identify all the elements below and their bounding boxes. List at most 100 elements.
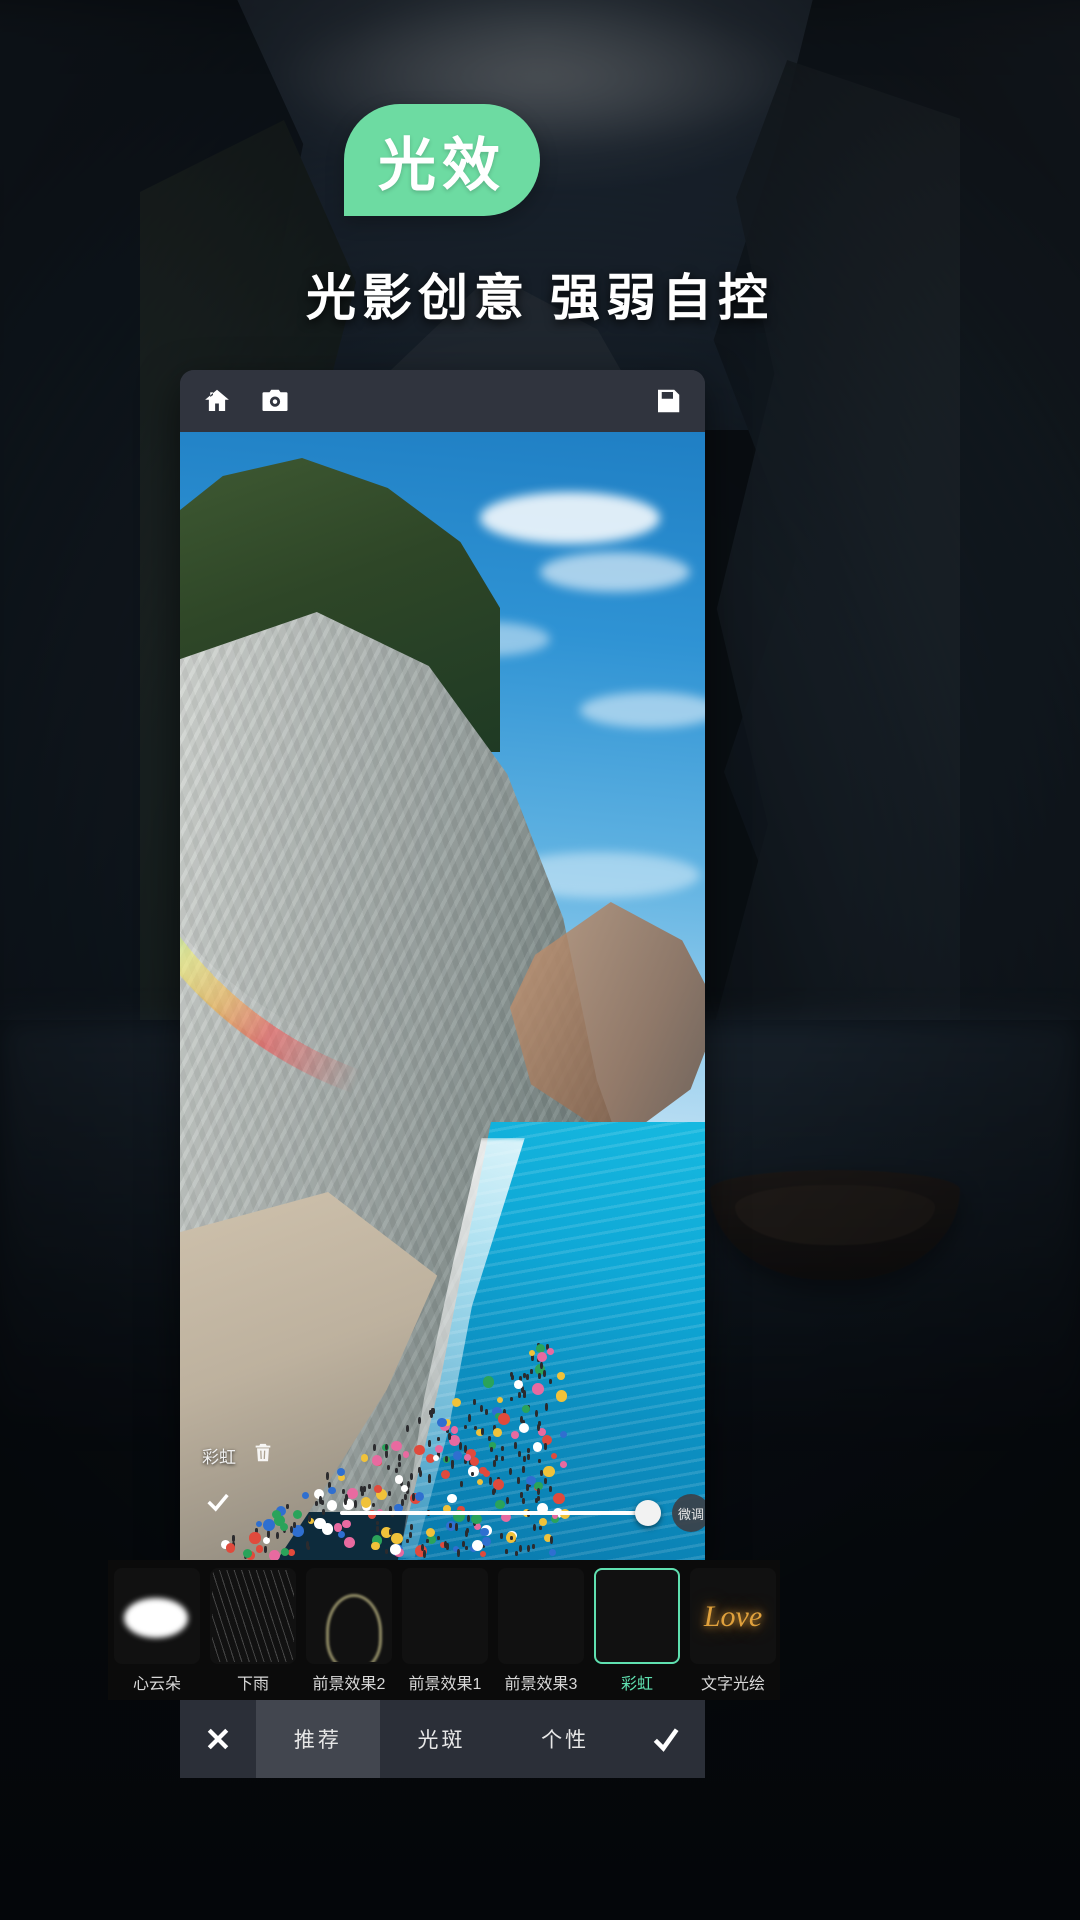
fine-tune-button[interactable]: 微调: [672, 1494, 705, 1532]
beach-speckle: [344, 1537, 355, 1548]
beach-speckle: [522, 1405, 530, 1413]
effect-thumbnail[interactable]: 心云朵: [114, 1568, 200, 1694]
effect-thumbnail[interactable]: 前景效果1: [402, 1568, 488, 1694]
nav-tab-个性[interactable]: 个性: [503, 1700, 627, 1778]
beach-speckle: [319, 1496, 322, 1504]
effect-thumbnail[interactable]: 下雨: [210, 1568, 296, 1694]
effect-thumbnail[interactable]: 前景效果3: [498, 1568, 584, 1694]
check-icon: [650, 1723, 682, 1755]
beach-speckle: [267, 1530, 270, 1537]
beach-speckle: [522, 1466, 525, 1473]
effect-thumbnail-image[interactable]: Love: [690, 1568, 776, 1664]
bottom-nav[interactable]: 推荐 光斑 个性: [180, 1700, 705, 1778]
beach-speckle: [437, 1536, 440, 1541]
intensity-slider[interactable]: [340, 1500, 658, 1526]
beach-speckle: [428, 1479, 431, 1483]
effect-thumbnail[interactable]: 前景效果2: [306, 1568, 392, 1694]
beach-speckle: [430, 1412, 433, 1418]
phone-mockup: 彩虹 微调: [180, 370, 705, 1560]
slider-track[interactable]: [340, 1511, 658, 1515]
beach-speckle: [493, 1479, 504, 1490]
photo-canvas[interactable]: 彩虹 微调: [180, 432, 705, 1560]
beach-speckle: [398, 1454, 401, 1461]
effect-thumbnail[interactable]: Love 文字光绘: [690, 1568, 776, 1694]
beach-speckle: [560, 1461, 567, 1468]
beach-speckle: [533, 1442, 542, 1451]
beach-speckle: [264, 1546, 267, 1552]
effect-thumbnail-label: 文字光绘: [701, 1670, 765, 1694]
beach-speckle: [272, 1510, 281, 1519]
beach-speckle: [544, 1478, 547, 1484]
effect-thumbnail-image[interactable]: [114, 1568, 200, 1664]
effect-thumbnail-image[interactable]: [594, 1568, 680, 1664]
effect-thumbnail-image[interactable]: [306, 1568, 392, 1664]
beach-speckle: [371, 1542, 379, 1550]
beach-speckle: [347, 1488, 359, 1500]
beach-speckle: [485, 1409, 488, 1415]
beach-speckle: [327, 1500, 338, 1511]
beach-speckle: [328, 1487, 335, 1494]
beach-speckle: [314, 1518, 325, 1529]
beach-speckle: [389, 1529, 392, 1535]
beach-speckle: [505, 1549, 508, 1554]
effect-thumbnail-label: 心云朵: [133, 1670, 181, 1694]
nav-tab-推荐[interactable]: 推荐: [256, 1700, 380, 1778]
effect-thumbnail-label: 彩虹: [621, 1670, 653, 1694]
beach-speckle: [391, 1533, 403, 1545]
nav-tab-光斑[interactable]: 光斑: [380, 1700, 504, 1778]
slider-knob[interactable]: [635, 1500, 661, 1526]
beach-speckle: [474, 1426, 477, 1430]
beach-speckle: [483, 1470, 491, 1478]
beach-speckle: [293, 1522, 296, 1529]
effect-thumbnail-art-text: Love: [692, 1600, 774, 1634]
effect-thumbnail-strip[interactable]: 心云朵 下雨 前景效果2 前景效果1 前景效果3 彩虹 Love 文字光绘: [108, 1560, 780, 1700]
beach-speckle: [540, 1362, 543, 1369]
beach-speckle: [390, 1544, 401, 1555]
beach-speckle: [551, 1453, 558, 1460]
beach-speckle: [446, 1543, 449, 1549]
beach-speckle: [514, 1442, 517, 1448]
beach-speckle: [326, 1472, 329, 1480]
beach-speckle: [538, 1373, 541, 1379]
beach-speckle: [477, 1479, 483, 1485]
beach-speckle: [544, 1443, 547, 1449]
beach-speckle: [509, 1468, 512, 1475]
beach-speckle: [518, 1451, 521, 1457]
beach-speckle: [523, 1456, 526, 1463]
beach-speckle: [286, 1504, 289, 1509]
beach-speckle: [490, 1447, 493, 1452]
beach-speckle: [537, 1488, 540, 1495]
beach-speckle: [556, 1390, 567, 1401]
beach-speckle: [543, 1466, 554, 1477]
effect-thumbnail-image[interactable]: [498, 1568, 584, 1664]
beach-speckle: [401, 1485, 408, 1492]
beach-speckle: [435, 1445, 443, 1453]
confirm-button[interactable]: [627, 1723, 705, 1755]
home-icon[interactable]: [202, 386, 232, 416]
overlay-name-label: 彩虹: [202, 1443, 236, 1468]
beach-speckle: [473, 1399, 476, 1405]
close-button[interactable]: [180, 1724, 256, 1754]
beach-speckle: [263, 1537, 270, 1544]
page-subtitle: 光影创意 强弱自控: [0, 258, 1080, 330]
beach-speckle: [232, 1535, 235, 1541]
beach-speckle: [302, 1492, 309, 1499]
beach-speckle: [249, 1532, 260, 1543]
beach-speckle: [465, 1530, 468, 1537]
overlay-confirm-icon[interactable]: [204, 1488, 232, 1521]
beach-speckle: [464, 1425, 467, 1430]
beach-speckle: [549, 1486, 552, 1492]
beach-speckle: [388, 1491, 391, 1496]
save-icon[interactable]: [653, 386, 683, 416]
camera-icon[interactable]: [260, 386, 290, 416]
beach-speckle: [482, 1537, 491, 1546]
beach-speckle: [497, 1397, 503, 1403]
beach-speckle: [545, 1403, 548, 1411]
effect-thumbnail-image[interactable]: [210, 1568, 296, 1664]
effect-thumbnail-image[interactable]: [402, 1568, 488, 1664]
beach-speckle: [537, 1352, 547, 1362]
beach-speckle: [315, 1501, 318, 1506]
beach-speckle: [511, 1375, 514, 1379]
trash-icon[interactable]: [252, 1442, 274, 1469]
effect-thumbnail[interactable]: 彩虹: [594, 1568, 680, 1694]
